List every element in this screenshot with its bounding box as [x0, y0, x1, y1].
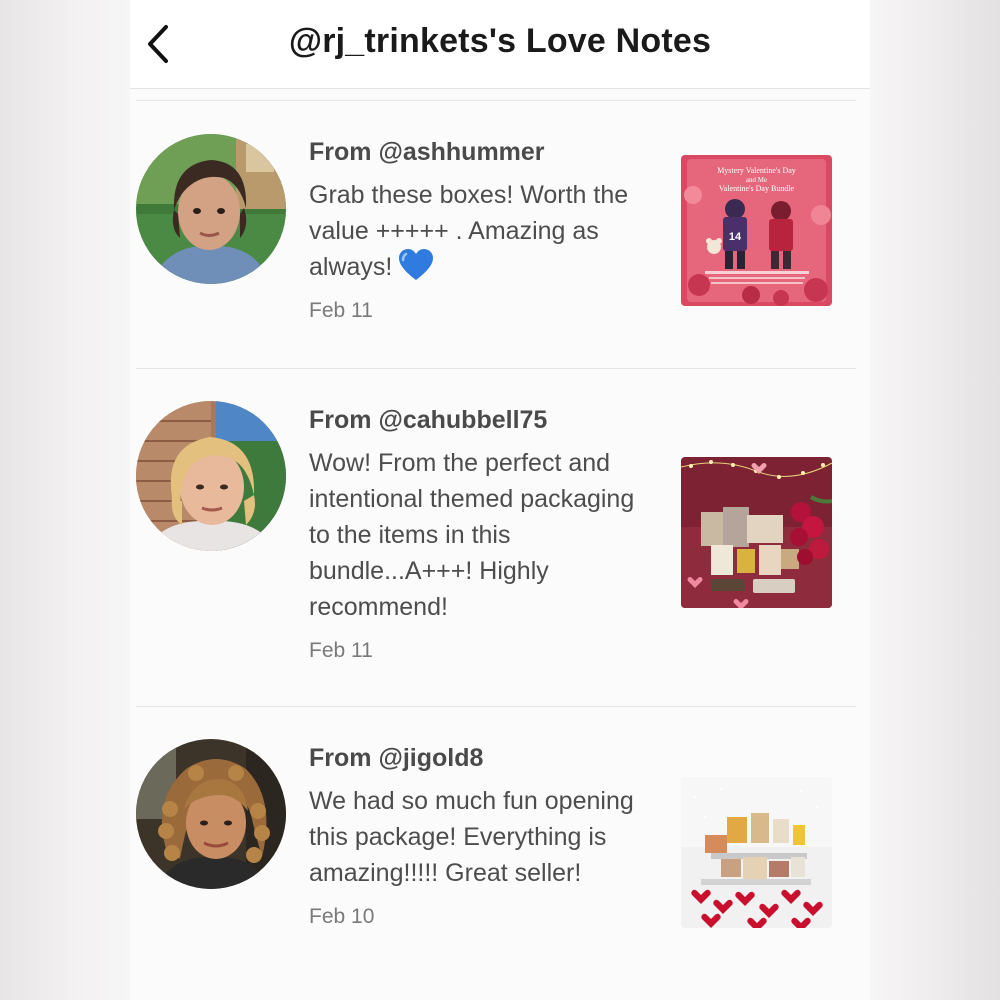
list-item: From @ashhummer Grab these boxes! Worth … [130, 101, 856, 368]
avatar[interactable] [136, 739, 286, 889]
note-body: From @ashhummer Grab these boxes! Worth … [309, 137, 659, 323]
note-message: We had so much fun opening this package!… [309, 787, 634, 887]
note-author[interactable]: From @jigold8 [309, 743, 659, 773]
list-item: From @jigold8 We had so much fun opening… [130, 707, 856, 999]
note-date: Feb 11 [309, 299, 373, 322]
blue-heart-icon [399, 249, 434, 280]
note-message-text: Grab these boxes! Worth the value +++++ … [309, 181, 629, 281]
love-notes-screen: @rj_trinkets's Love Notes From @ashhumme… [130, 0, 870, 1000]
thumb-caption-1: Mystery Valentine's Day [717, 166, 796, 175]
header-bar: @rj_trinkets's Love Notes [130, 0, 870, 89]
note-author[interactable]: From @ashhummer [309, 137, 659, 167]
page-title: @rj_trinkets's Love Notes [288, 22, 712, 60]
back-button[interactable] [138, 18, 182, 70]
note-message: Grab these boxes! Worth the value +++++ … [309, 177, 659, 285]
product-thumbnail[interactable]: Mystery Valentine's Day and Me Valentine… [681, 155, 832, 306]
thumb-caption-3: Valentine's Day Bundle [719, 184, 795, 193]
list-item: From @cahubbell75 Wow! From the perfect … [130, 369, 856, 706]
backdrop-left [0, 0, 130, 1000]
notes-list: From @ashhummer Grab these boxes! Worth … [130, 100, 856, 999]
note-author[interactable]: From @cahubbell75 [309, 405, 659, 435]
avatar[interactable] [136, 401, 286, 551]
note-date: Feb 11 [309, 639, 373, 662]
thumb-jersey-number: 14 [729, 231, 742, 243]
note-body: From @cahubbell75 Wow! From the perfect … [309, 405, 659, 663]
backdrop-right [870, 0, 1000, 1000]
product-thumbnail[interactable] [681, 777, 832, 928]
note-message: Wow! From the perfect and intentional th… [309, 449, 635, 621]
avatar[interactable] [136, 134, 286, 284]
product-thumbnail[interactable] [681, 457, 832, 608]
chevron-left-icon [148, 25, 168, 63]
thumb-caption-2: and Me [746, 176, 767, 184]
note-body: From @jigold8 We had so much fun opening… [309, 743, 659, 929]
note-date: Feb 10 [309, 905, 375, 928]
